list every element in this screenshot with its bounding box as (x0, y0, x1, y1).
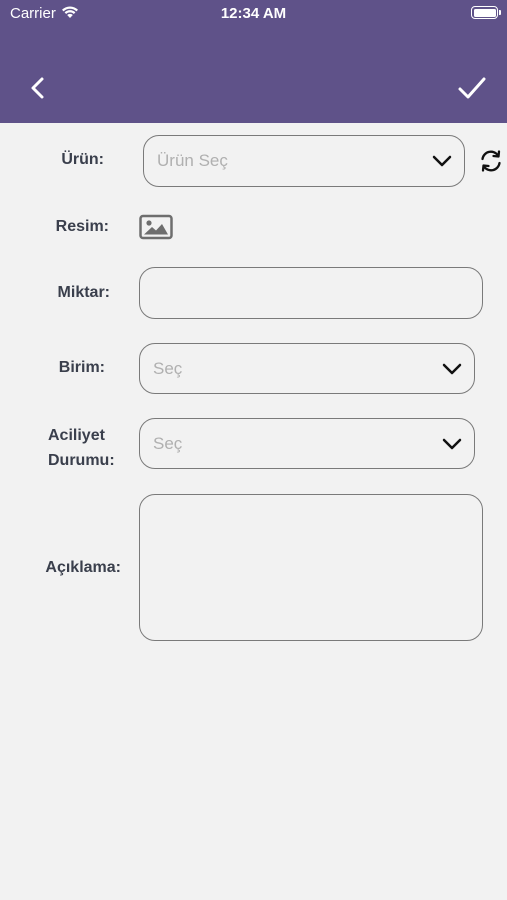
quantity-label: Miktar: (57, 284, 110, 301)
chevron-down-icon (432, 155, 452, 167)
image-picker-button[interactable] (139, 214, 173, 240)
status-bar: Carrier 12:34 AM (0, 0, 507, 28)
quantity-input[interactable] (139, 267, 483, 319)
urgency-label-line1: Aciliyet (48, 427, 105, 444)
header-bar: Carrier 12:34 AM (0, 0, 507, 123)
image-icon (139, 214, 173, 240)
confirm-button[interactable] (454, 72, 490, 104)
battery-icon (471, 6, 501, 19)
urgency-label: Aciliyet Durumu: (30, 423, 116, 473)
product-select[interactable]: Ürün Seç (143, 135, 465, 187)
unit-label: Birim: (58, 359, 105, 376)
status-time: 12:34 AM (220, 5, 287, 22)
checkmark-icon (458, 77, 486, 99)
chevron-down-icon (442, 363, 462, 374)
unit-placeholder: Seç (153, 358, 183, 378)
refresh-button[interactable] (478, 148, 504, 174)
unit-select[interactable]: Seç (139, 343, 475, 394)
chevron-down-icon (442, 438, 462, 449)
urgency-label-line2: Durumu: (48, 452, 115, 469)
back-button[interactable] (24, 72, 54, 104)
description-textarea[interactable] (139, 494, 483, 641)
product-placeholder: Ürün Seç (157, 151, 228, 170)
urgency-placeholder: Seç (153, 433, 183, 453)
product-label: Ürün: (61, 151, 104, 168)
chevron-left-icon (31, 77, 44, 99)
image-label: Resim: (55, 218, 109, 235)
urgency-select[interactable]: Seç (139, 418, 475, 469)
description-label: Açıklama: (45, 559, 121, 576)
refresh-icon (481, 150, 501, 172)
